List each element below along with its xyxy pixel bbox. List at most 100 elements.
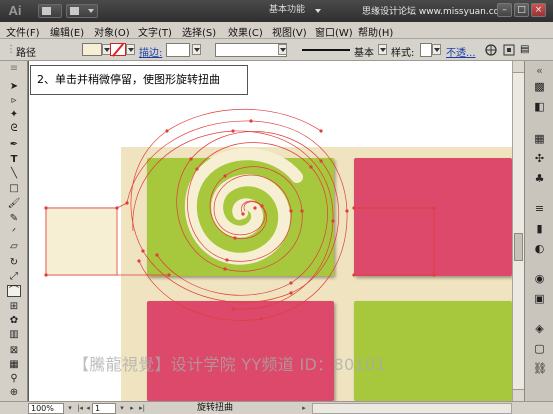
vertical-scrollbar[interactable] — [512, 61, 524, 401]
blob-brush-icon[interactable]: ᐟ — [7, 227, 21, 239]
line-icon[interactable]: ╲ — [7, 168, 21, 180]
watermark-bottom: 【騰龍視覺】设计学院 YY频道 ID：80101 — [73, 355, 386, 374]
panel-grip-icon: ≡ — [9, 63, 19, 74]
variable-width-field[interactable] — [215, 43, 287, 57]
brushes-panel-icon[interactable]: ✣ — [533, 153, 546, 165]
selection-icon[interactable]: ➤ — [7, 81, 21, 93]
artboards-panel-icon[interactable]: ▢ — [533, 343, 546, 355]
first-artboard-icon[interactable]: |◂ — [76, 404, 84, 413]
chevron-down-icon — [88, 9, 94, 13]
magic-wand-icon[interactable]: ✦ — [7, 109, 21, 121]
bridge-button[interactable] — [38, 4, 62, 18]
watermark-top: 思缘设计论坛 www.missyuan.com — [362, 7, 508, 17]
stroke-weight-field[interactable] — [166, 43, 190, 57]
prev-artboard-icon[interactable]: ◂ — [84, 404, 92, 413]
scroll-thumb[interactable] — [514, 233, 523, 261]
rotate-icon[interactable]: ↻ — [7, 257, 21, 269]
gradient-panel-icon[interactable]: ▮ — [533, 223, 546, 235]
grip-icon: ⋮ — [6, 44, 16, 55]
menu-object[interactable]: 对象(O) — [94, 24, 130, 39]
mesh-icon[interactable]: ⊠ — [7, 345, 21, 357]
horizontal-scrollbar[interactable] — [312, 403, 512, 414]
scroll-up-icon[interactable] — [513, 61, 524, 73]
chevron-down-icon[interactable]: ▾ — [66, 404, 74, 413]
paintbrush-icon[interactable]: 🖌 — [7, 198, 21, 210]
chevron-down-icon[interactable]: ▾ — [118, 404, 126, 413]
warp-icon[interactable]: ⌒ — [7, 285, 21, 297]
style-label: 样式: — [391, 48, 415, 59]
eraser-icon[interactable]: ▱ — [7, 241, 21, 253]
menu-file[interactable]: 文件(F) — [6, 24, 40, 39]
workspace-switcher[interactable]: 基本功能 — [266, 4, 324, 18]
menu-bar: 文件(F) 编辑(E) 对象(O) 文字(T) 选择(S) 效果(C) 视图(V… — [0, 22, 553, 39]
status-menu-arrow-icon[interactable]: ▸ — [300, 404, 308, 413]
free-transform-icon[interactable]: ⊞ — [7, 301, 21, 313]
color-panel-icon[interactable]: ▩ — [533, 81, 546, 93]
zoom-icon[interactable]: ⊕ — [7, 387, 21, 399]
brush-preview — [302, 49, 350, 51]
links-panel-icon[interactable]: ⛓ — [533, 363, 547, 375]
stroke-weight-dropdown[interactable] — [192, 44, 201, 55]
stroke-dropdown[interactable] — [126, 44, 135, 55]
appearance-panel-icon[interactable]: ◉ — [533, 273, 546, 285]
pink-tile-top-right[interactable] — [354, 158, 512, 276]
recolor-artwork-icon[interactable] — [484, 43, 498, 57]
instruction-callout: 2、单击并稍微停留，使图形旋转扭曲 — [30, 65, 248, 95]
rectangle-icon[interactable]: □ — [7, 183, 21, 195]
variable-width-dropdown[interactable] — [278, 44, 287, 55]
dock-grip-icon: « — [536, 64, 543, 77]
chevron-down-icon — [315, 9, 321, 13]
graphic-style-swatch[interactable] — [420, 43, 432, 57]
panel-menu-icon[interactable]: ▤ — [520, 44, 529, 55]
stroke-link[interactable]: 描边: — [139, 44, 162, 59]
current-tool-status[interactable]: 旋转扭曲 — [180, 403, 250, 414]
panel-dock: « ▩ ◧ ▦ ✣ ♣ ≡ ▮ ◐ ◉ ▣ ◈ ▢ ⛓ — [524, 61, 553, 401]
fill-swatch[interactable] — [82, 43, 102, 56]
menu-view[interactable]: 视图(V) — [272, 24, 307, 39]
type-icon[interactable]: T — [7, 154, 21, 166]
graphic-style-dropdown[interactable] — [432, 44, 441, 55]
pencil-icon[interactable]: ✎ — [7, 213, 21, 225]
minimize-button[interactable]: – — [497, 3, 512, 17]
scale-icon[interactable]: ⤢ — [7, 271, 21, 283]
direct-selection-icon[interactable]: ▹ — [7, 95, 21, 107]
maximize-button[interactable]: □ — [514, 3, 529, 17]
opacity-link[interactable]: 不透... — [446, 44, 476, 59]
menu-window[interactable]: 窗口(W) — [315, 24, 353, 39]
isolate-object-icon[interactable] — [502, 43, 516, 57]
brush-dropdown[interactable] — [378, 44, 387, 55]
scroll-down-icon[interactable] — [513, 389, 524, 401]
arrange-documents-button[interactable] — [66, 4, 98, 18]
menu-edit[interactable]: 编辑(E) — [50, 24, 84, 39]
menu-select[interactable]: 选择(S) — [182, 24, 216, 39]
cream-rect-left[interactable] — [45, 207, 118, 276]
tools-panel: ≡ ➤ ▹ ✦ ᘓ ✒ T ╲ □ 🖌 ✎ ᐟ ▱ ↻ ⤢ ⌒ ⊞ ✿ ▥ ⊠ … — [0, 61, 28, 401]
graph-icon[interactable]: ▥ — [7, 329, 21, 341]
menu-help[interactable]: 帮助(H) — [358, 24, 393, 39]
stroke-swatch[interactable] — [110, 43, 126, 56]
color-guide-icon[interactable]: ◧ — [533, 101, 546, 113]
last-artboard-icon[interactable]: ▸| — [138, 404, 146, 413]
lasso-icon[interactable]: ᘓ — [7, 123, 21, 135]
transparency-panel-icon[interactable]: ◐ — [533, 243, 546, 255]
close-button[interactable]: × — [531, 3, 546, 17]
title-bar: Ai 基本功能 思缘设计论坛 www.missyuan.com – □ × — [0, 0, 553, 22]
artboard-number-field[interactable]: 1 — [92, 403, 116, 414]
layers-panel-icon[interactable]: ◈ — [533, 323, 546, 335]
pen-icon[interactable]: ✒ — [7, 139, 21, 151]
next-artboard-icon[interactable]: ▸ — [128, 404, 136, 413]
menu-effect[interactable]: 效果(C) — [228, 24, 263, 39]
symbol-sprayer-icon[interactable]: ✿ — [7, 315, 21, 327]
control-bar: ⋮ 路径 描边: 基本 样式: 不透... ▤ — [0, 39, 553, 61]
eyedropper-icon[interactable]: ⚲ — [7, 373, 21, 385]
bridge-icon — [42, 7, 51, 15]
menu-type[interactable]: 文字(T) — [138, 24, 172, 39]
zoom-field[interactable]: 100% — [28, 403, 64, 414]
graphic-styles-panel-icon[interactable]: ▣ — [533, 293, 546, 305]
status-bar: 100% ▾ |◂ ◂ 1 ▾ ▸ ▸| 旋转扭曲 ▸ — [0, 401, 553, 414]
stroke-panel-icon[interactable]: ≡ — [533, 203, 546, 215]
gradient-icon[interactable]: ▦ — [7, 359, 21, 371]
symbols-panel-icon[interactable]: ♣ — [533, 173, 546, 185]
swatches-panel-icon[interactable]: ▦ — [533, 133, 546, 145]
canvas[interactable]: 2、单击并稍微停留，使图形旋转扭曲 【騰龍視覺】设计学院 YY频道 ID：801… — [29, 61, 512, 401]
